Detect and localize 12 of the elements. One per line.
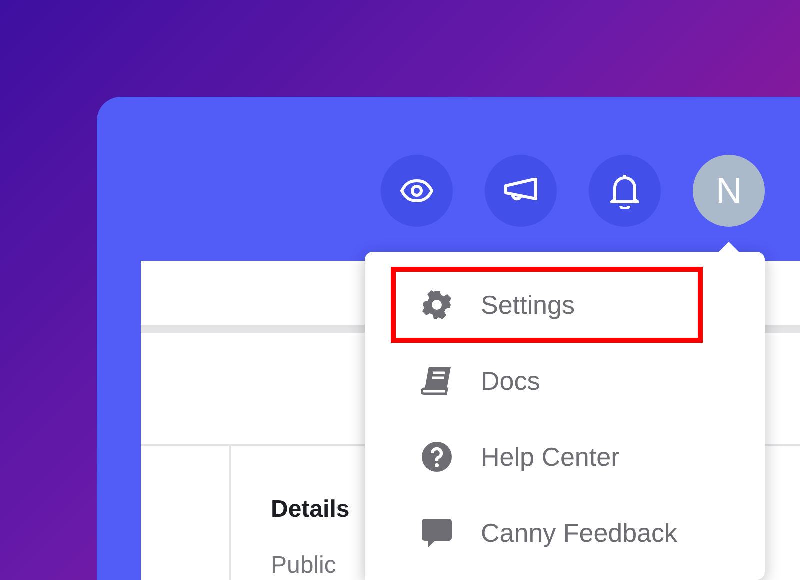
help-icon: [421, 441, 453, 473]
field-label: Public: [271, 552, 338, 580]
menu-item[interactable]: Help Center: [391, 419, 703, 495]
settings-icon: [421, 289, 453, 321]
chat-icon: [421, 517, 453, 549]
section-heading: Details: [271, 496, 350, 524]
bell-icon: [610, 173, 640, 209]
menu-item[interactable]: Canny Feedback: [391, 495, 703, 571]
menu-item[interactable]: Docs: [391, 343, 703, 419]
book-icon: [421, 365, 453, 397]
eye-icon: [400, 179, 434, 203]
menu-item[interactable]: Settings: [391, 267, 703, 343]
